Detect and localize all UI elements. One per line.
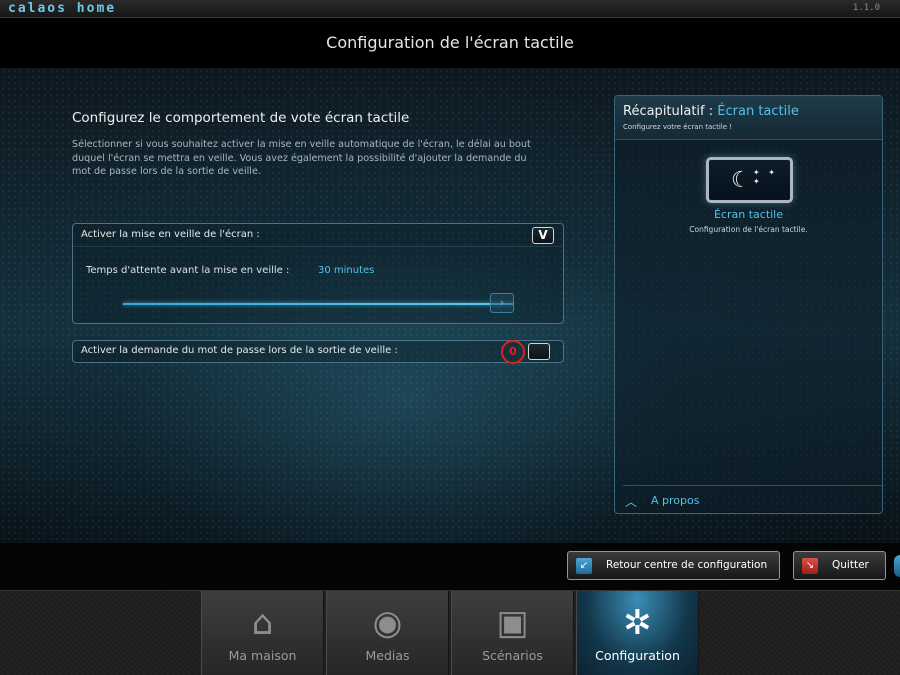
summary-item-name: Écran tactile — [713, 208, 784, 221]
arrow-back-icon: ↙ — [576, 558, 592, 574]
summary-panel: Récapitulatif : Écran tactile Configurez… — [614, 95, 883, 514]
quit-button[interactable]: ↘ Quitter — [793, 551, 886, 580]
disc-icon: ◉ — [372, 603, 403, 643]
delay-label: Temps d'attente avant la mise en veille … — [86, 265, 290, 276]
back-to-config-button[interactable]: ↙ Retour centre de configuration — [567, 551, 780, 580]
tab-label: Medias — [365, 648, 410, 663]
summary-subtitle: Configurez votre écran tactile ! — [623, 123, 733, 131]
scenario-icon: ▣ — [496, 603, 529, 643]
summary-item-description: Configuration de l'écran tactile. — [689, 225, 808, 234]
password-settings-box: Activer la demande du mot de passe lors … — [72, 340, 564, 364]
sleep-checkbox[interactable]: V — [532, 227, 554, 244]
chevron-up-icon: ︿ — [625, 495, 638, 509]
config-icon: ✲ — [623, 603, 652, 643]
summary-title-accent: Écran tactile — [717, 104, 799, 119]
summary-title: Récapitulatif : Écran tactile — [623, 104, 799, 119]
summary-title-prefix: Récapitulatif : — [623, 104, 718, 119]
house-icon: ⌂ — [251, 603, 274, 643]
stars-icon: ✦ ✦ ✦ — [753, 168, 778, 186]
quit-label: Quitter — [832, 559, 869, 571]
action-bar: ↙ Retour centre de configuration ↘ Quitt… — [0, 543, 900, 590]
tab-ma-maison[interactable]: ⌂ Ma maison — [201, 591, 324, 675]
tab-medias[interactable]: ◉ Medias — [326, 591, 449, 675]
bottom-navigation: ⌂ Ma maison ◉ Medias ▣ Scénarios ✲ Confi… — [0, 590, 900, 675]
about-label: A propos — [651, 494, 700, 507]
back-label: Retour centre de configuration — [606, 559, 768, 571]
delay-slider-handle[interactable]: › — [490, 293, 514, 313]
title-bar: Configuration de l'écran tactile — [0, 18, 900, 68]
top-bar: calaos home 1.1.0 — [0, 0, 900, 18]
moon-icon: ☾ — [731, 168, 751, 193]
app-version: 1.1.0 — [852, 3, 880, 13]
sleep-label: Activer la mise en veille de l'écran : — [81, 229, 260, 240]
page-title: Configuration de l'écran tactile — [326, 33, 574, 52]
night-screen-icon: ☾ ✦ ✦ ✦ — [706, 157, 793, 203]
edge-handle[interactable] — [894, 555, 900, 577]
annotation-marker: 0 — [501, 340, 525, 364]
exit-icon: ↘ — [802, 558, 818, 574]
app-brand: calaos home — [8, 1, 117, 16]
delay-slider-track[interactable] — [123, 303, 513, 305]
chevron-right-icon: › — [499, 296, 505, 309]
summary-header: Récapitulatif : Écran tactile Configurez… — [615, 96, 882, 140]
section-title: Configurez le comportement de vote écran… — [72, 110, 410, 126]
tab-label: Configuration — [595, 648, 680, 663]
section-description: Sélectionner si vous souhaitez activer l… — [72, 139, 531, 177]
password-checkbox[interactable] — [528, 343, 550, 360]
config-section: Configurez le comportement de vote écran… — [72, 110, 564, 179]
about-button[interactable]: ︿ A propos — [623, 485, 882, 513]
password-label: Activer la demande du mot de passe lors … — [81, 345, 398, 356]
tab-label: Scénarios — [482, 648, 543, 663]
delay-value: 30 minutes — [318, 265, 375, 276]
main-panel: Configurez le comportement de vote écran… — [0, 68, 900, 543]
tab-configuration[interactable]: ✲ Configuration — [576, 591, 699, 675]
tab-label: Ma maison — [228, 648, 297, 663]
sleep-settings-box: Activer la mise en veille de l'écran : V… — [72, 223, 564, 324]
divider — [73, 246, 563, 247]
tab-scenarios[interactable]: ▣ Scénarios — [451, 591, 574, 675]
